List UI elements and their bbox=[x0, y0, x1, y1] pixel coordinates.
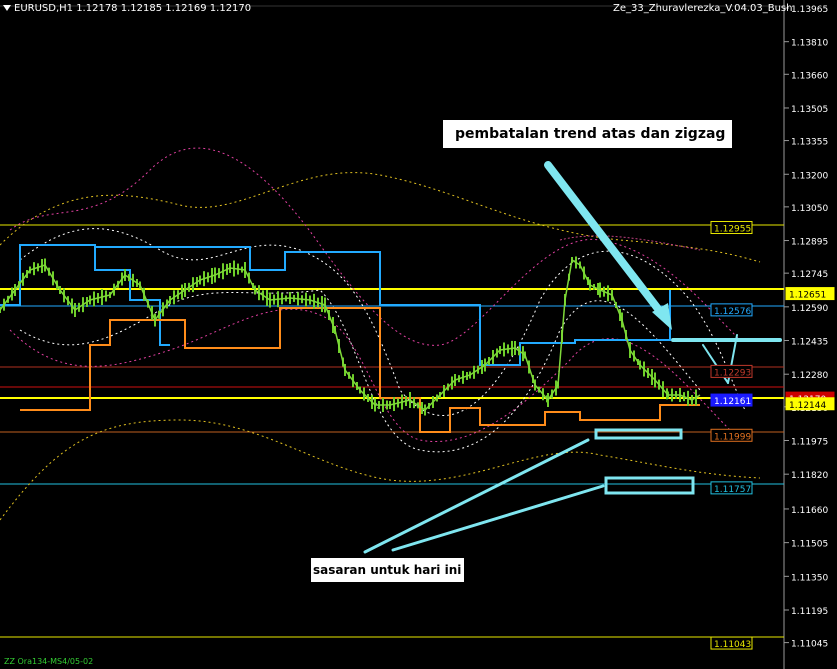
price-label: 1.12144 bbox=[789, 401, 826, 411]
axis-tick-label: 1.13505 bbox=[791, 105, 828, 115]
price-label: 1.11999 bbox=[714, 432, 751, 442]
axis-tick-label: 1.13355 bbox=[791, 138, 828, 148]
price-label: 1.12576 bbox=[714, 307, 751, 317]
axis-tick-label: 1.12745 bbox=[791, 270, 828, 280]
price-label: 1.12955 bbox=[714, 225, 751, 235]
price-axis: 1.13965 1.13810 1.13660 1.13505 1.13355 1.132… bbox=[784, 5, 828, 650]
axis-tick-label: 1.11195 bbox=[791, 607, 828, 617]
axis-tick-label: 1.11045 bbox=[791, 640, 828, 650]
axis-tick-label: 1.13660 bbox=[791, 71, 828, 81]
annotation-top-note: pembatalan trend atas dan zigzag bbox=[443, 120, 732, 148]
axis-tick-label: 1.12895 bbox=[791, 238, 828, 248]
symbol-info: EURUSD,H1 1.12178 1.12185 1.12169 1.1217… bbox=[14, 3, 252, 14]
axis-tick-label: 1.11820 bbox=[791, 471, 828, 481]
axis-tick-label: 1.13965 bbox=[791, 5, 828, 15]
axis-tick-label: 1.11660 bbox=[791, 506, 828, 516]
price-label: 1.12651 bbox=[789, 291, 826, 301]
price-label: 1.12161 bbox=[714, 397, 751, 407]
axis-tick-label: 1.12435 bbox=[791, 338, 828, 348]
axis-tick-label: 1.11505 bbox=[791, 540, 828, 550]
price-label: 1.11757 bbox=[714, 485, 751, 495]
axis-tick-label: 1.13050 bbox=[791, 204, 828, 214]
price-label: 1.11043 bbox=[714, 640, 751, 650]
axis-tick-label: 1.12280 bbox=[791, 371, 828, 381]
dropdown-triangle-icon[interactable] bbox=[3, 5, 11, 11]
axis-tick-label: 1.13200 bbox=[791, 171, 828, 181]
axis-tick-label: 1.11350 bbox=[791, 573, 828, 583]
indicator-name: Ze_33_Zhuravlerezka_V.04.03_Bush bbox=[613, 3, 793, 14]
annotation-bottom-note: sasaran untuk hari ini bbox=[311, 558, 464, 582]
footer-label: ZZ Ora134-MS4/05-02 bbox=[4, 657, 94, 666]
axis-tick-label: 1.12590 bbox=[791, 304, 828, 314]
axis-tick-label: 1.13810 bbox=[791, 39, 828, 49]
axis-tick-label: 1.11975 bbox=[791, 437, 828, 447]
price-label: 1.12293 bbox=[714, 368, 751, 378]
